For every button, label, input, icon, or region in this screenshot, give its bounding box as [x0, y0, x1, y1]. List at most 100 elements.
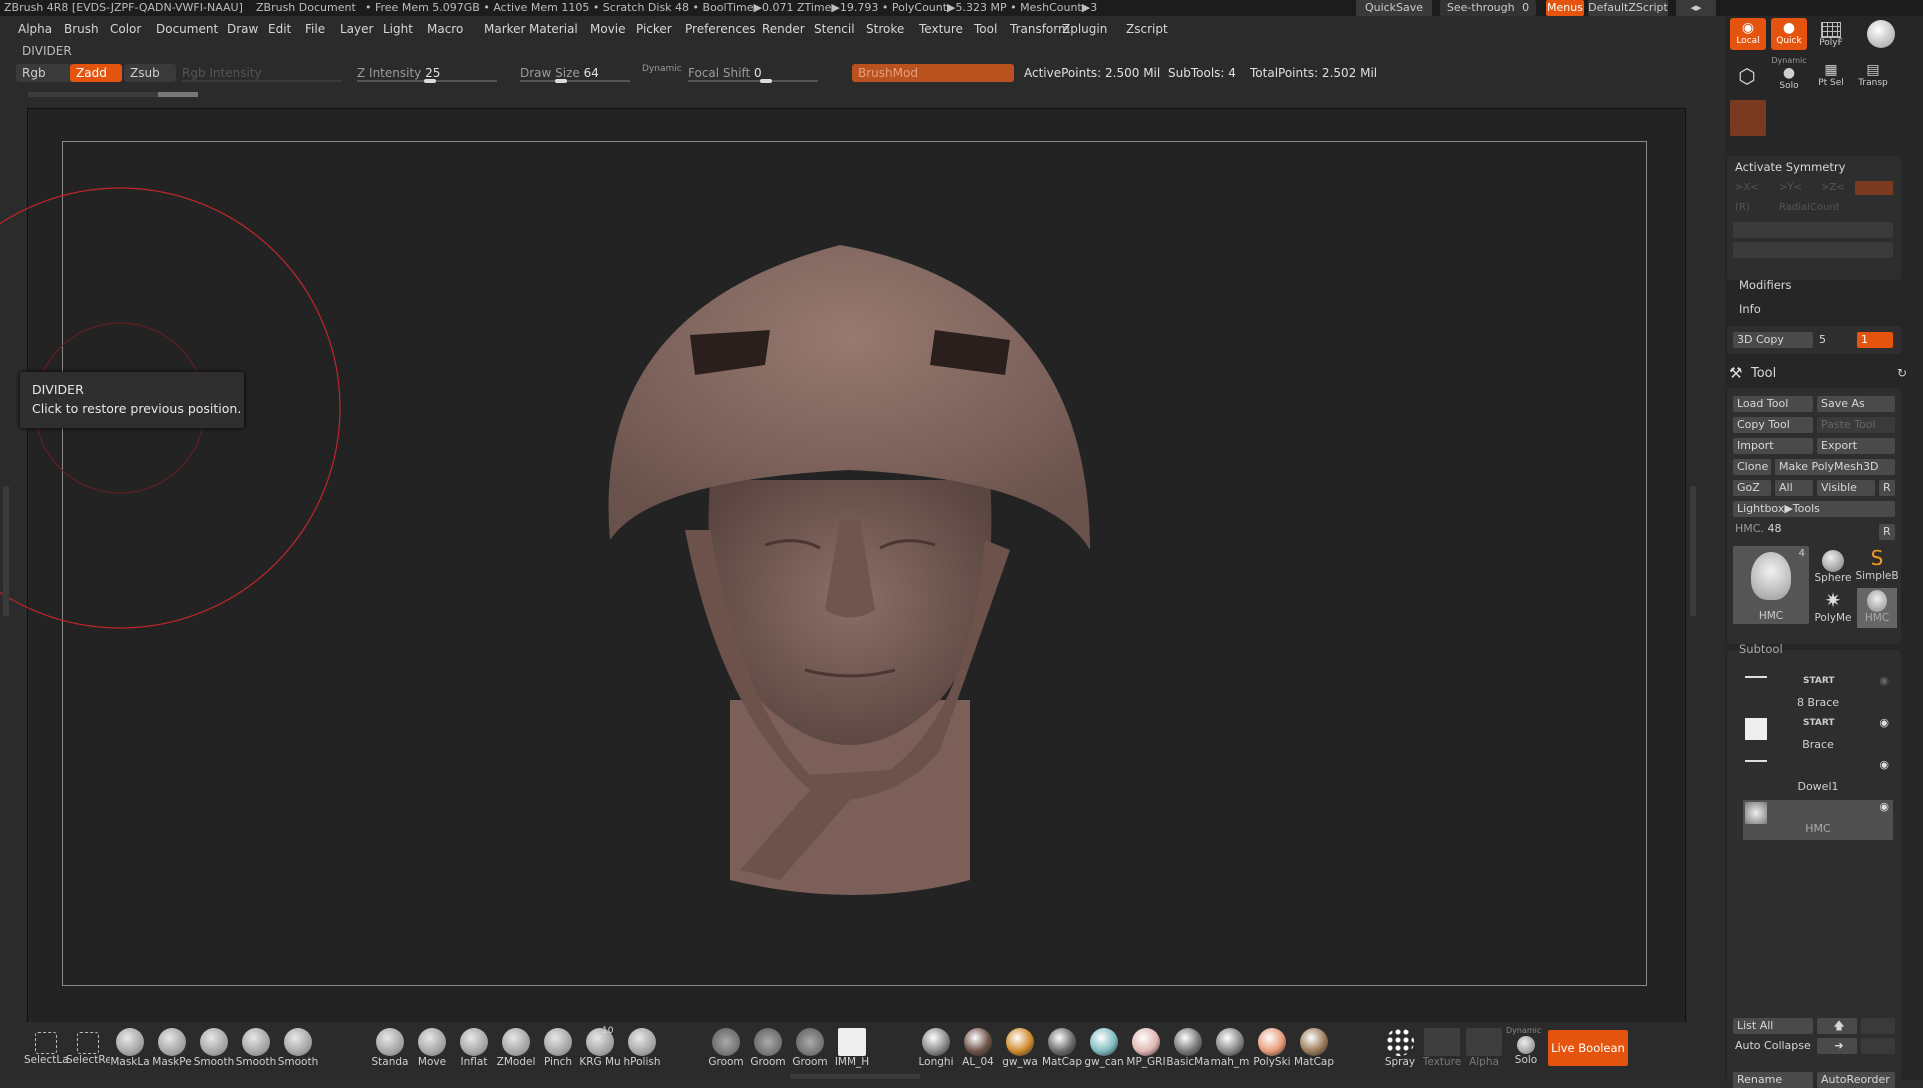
shelf-material-3[interactable]: MatCap	[1042, 1028, 1082, 1068]
arrow-dim-button[interactable]	[1861, 1038, 1895, 1054]
menu-light[interactable]: Light	[383, 22, 413, 36]
shelf-groom-3[interactable]: IMM_H	[832, 1028, 872, 1068]
arrow-right-button[interactable]: ➜	[1817, 1038, 1857, 1054]
menu-marker[interactable]: Marker	[484, 22, 525, 36]
hmc2-thumbnail[interactable]: HMC	[1857, 588, 1897, 628]
save-as-button[interactable]: Save As	[1817, 396, 1895, 412]
load-tool-button[interactable]: Load Tool	[1733, 396, 1813, 412]
shelf-material-7[interactable]: mah_m	[1210, 1028, 1250, 1068]
quick-button[interactable]: ● Quick	[1771, 18, 1807, 50]
list-all-button[interactable]: List All	[1733, 1018, 1813, 1034]
sym-r-button[interactable]: (R)	[1735, 202, 1750, 213]
shelf-brush-2[interactable]: Inflat	[454, 1028, 494, 1068]
menu-color[interactable]: Color	[110, 22, 141, 36]
simpleb-thumbnail[interactable]: S SimpleB	[1855, 546, 1899, 586]
z-intensity-knob[interactable]	[424, 79, 436, 83]
pt-sel-button[interactable]: ▦ Pt Sel	[1813, 62, 1849, 92]
3d-copy-toggle[interactable]: 1	[1857, 332, 1893, 348]
info-header[interactable]: Info	[1739, 302, 1761, 316]
shelf-tool-5[interactable]: Smooth	[236, 1028, 276, 1068]
subtool-header[interactable]: Subtool	[1739, 642, 1783, 656]
shelf-brush-3[interactable]: ZModel	[496, 1028, 536, 1068]
subtool-item[interactable]: START ◉ Brace	[1743, 716, 1893, 756]
hmc-slider[interactable]: HMC. 48	[1735, 522, 1781, 535]
sym-y-button[interactable]: >Y<	[1779, 182, 1802, 193]
alpha-button[interactable]: Alpha	[1464, 1028, 1504, 1068]
shelf-tool-0[interactable]: SelectLa	[24, 1028, 68, 1066]
menu-zscript[interactable]: Zscript	[1126, 22, 1168, 36]
lightbox-tools-button[interactable]: Lightbox▶Tools	[1733, 501, 1895, 517]
menu-movie[interactable]: Movie	[590, 22, 626, 36]
divider-handle[interactable]	[28, 92, 198, 97]
eye-icon[interactable]: ◉	[1879, 758, 1889, 771]
eye-icon[interactable]: ◉	[1879, 674, 1889, 687]
menu-alpha[interactable]: Alpha	[18, 22, 52, 36]
menu-texture[interactable]: Texture	[919, 22, 963, 36]
shelf-material-6[interactable]: BasicMa	[1166, 1028, 1210, 1068]
color-swatch[interactable]	[1730, 100, 1766, 136]
auto-reorder-button[interactable]: AutoReorder	[1817, 1072, 1895, 1088]
visible-button[interactable]: Visible	[1817, 480, 1875, 496]
shelf-material-4[interactable]: gw_can	[1084, 1028, 1124, 1068]
brushmod-slider[interactable]: BrushMod	[852, 64, 1014, 82]
radial-count-slider[interactable]: RadialCount	[1779, 202, 1840, 213]
goz-button[interactable]: GoZ	[1733, 480, 1771, 496]
export-button[interactable]: Export	[1817, 438, 1895, 454]
tool-header[interactable]: Tool	[1751, 366, 1776, 381]
window-arrows-icon[interactable]: ◂▸	[1676, 0, 1716, 16]
copy-tool-button[interactable]: Copy Tool	[1733, 417, 1813, 433]
quicksave-button[interactable]: QuickSave	[1356, 0, 1432, 16]
live-boolean-button[interactable]: Live Boolean	[1548, 1030, 1628, 1066]
texture-button[interactable]: Texture	[1422, 1028, 1462, 1068]
draw-size-slider[interactable]: Draw Size 64	[520, 66, 599, 80]
sym-z-button[interactable]: >Z<	[1821, 182, 1845, 193]
make-polymesh-button[interactable]: Make PolyMesh3D	[1775, 459, 1895, 475]
shelf-material-2[interactable]: gw_wa	[1000, 1028, 1040, 1068]
move-up-button[interactable]: 🡅	[1817, 1018, 1857, 1034]
polyf-button[interactable]: PolyF	[1813, 18, 1849, 50]
dynamic-toggle[interactable]: Dynamic	[642, 64, 682, 74]
shelf-tool-3[interactable]: MaskPe	[152, 1028, 192, 1068]
shelf-tool-4[interactable]: Smooth	[194, 1028, 234, 1068]
zsub-button[interactable]: Zsub	[124, 64, 176, 82]
subtool-item[interactable]: START ◉ 8 Brace	[1743, 674, 1893, 714]
spray-button[interactable]: Spray	[1380, 1028, 1420, 1068]
shelf-brush-6[interactable]: hPolish	[622, 1028, 662, 1068]
see-through-slider[interactable]: See-through 0	[1440, 0, 1536, 16]
default-zscript-button[interactable]: DefaultZScript	[1588, 0, 1668, 16]
hmc-thumbnail[interactable]: 4 HMC	[1733, 546, 1809, 624]
eye-icon[interactable]: ◉	[1879, 716, 1889, 729]
shelf-tool-6[interactable]: Smooth	[278, 1028, 318, 1068]
rename-button[interactable]: Rename	[1733, 1072, 1813, 1088]
subtool-item[interactable]: ◉ Dowel1	[1743, 758, 1893, 798]
zadd-button[interactable]: Zadd	[70, 64, 122, 82]
menu-material[interactable]: Material	[529, 22, 578, 36]
menu-picker[interactable]: Picker	[636, 22, 672, 36]
shelf-tool-1[interactable]: SelectRe	[66, 1028, 110, 1066]
shelf-material-9[interactable]: MatCap	[1294, 1028, 1334, 1068]
r-button[interactable]: R	[1879, 480, 1895, 496]
focal-shift-knob[interactable]	[760, 79, 772, 83]
right-collapse-handle[interactable]	[1690, 486, 1696, 616]
menu-stencil[interactable]: Stencil	[814, 22, 855, 36]
import-button[interactable]: Import	[1733, 438, 1813, 454]
menu-layer[interactable]: Layer	[340, 22, 373, 36]
menu-zplugin[interactable]: Zplugin	[1062, 22, 1107, 36]
left-collapse-handle[interactable]	[3, 486, 9, 616]
menu-preferences[interactable]: Preferences	[685, 22, 756, 36]
activate-symmetry-button[interactable]: Activate Symmetry	[1735, 160, 1845, 174]
sym-color-swatch[interactable]	[1855, 181, 1893, 195]
rgb-button[interactable]: Rgb	[16, 64, 76, 82]
modifiers-header[interactable]: Modifiers	[1739, 278, 1792, 292]
head-model[interactable]	[590, 230, 1110, 910]
z-intensity-slider[interactable]: Z Intensity 25	[357, 66, 440, 80]
menu-render[interactable]: Render	[762, 22, 805, 36]
shelf-material-5[interactable]: MP_GRI	[1126, 1028, 1166, 1068]
sym-x-button[interactable]: >X<	[1735, 182, 1759, 193]
sphere-thumbnail[interactable]: Sphere	[1813, 546, 1853, 586]
shelf-material-0[interactable]: Longhi	[916, 1028, 956, 1068]
menu-draw[interactable]: Draw	[227, 22, 258, 36]
polymesh-thumbnail[interactable]: ✷ PolyMe	[1813, 588, 1853, 628]
shelf-brush-5[interactable]: KRG Mu	[579, 1028, 621, 1068]
transp-button[interactable]: ▤ Transp	[1853, 62, 1893, 92]
